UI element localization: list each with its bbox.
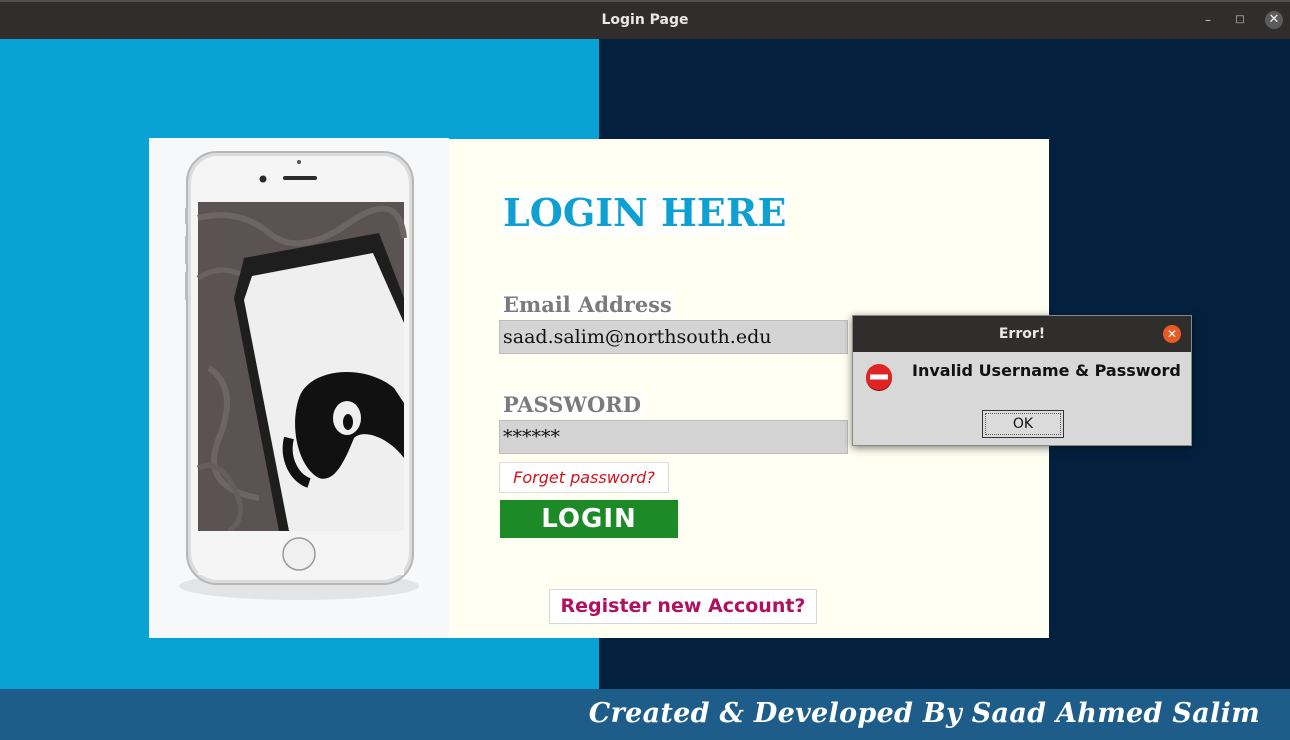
password-field[interactable]: ****** bbox=[499, 420, 848, 454]
maximize-icon[interactable]: □ bbox=[1231, 11, 1249, 29]
minimize-icon[interactable]: – bbox=[1199, 11, 1217, 29]
dialog-message: Invalid Username & Password bbox=[912, 361, 1181, 380]
phone-image bbox=[149, 138, 449, 638]
error-dialog: Error! ✕ Invalid Username & Password OK bbox=[852, 315, 1192, 446]
forget-password-link[interactable]: Forget password? bbox=[499, 462, 669, 493]
footer-credit: Created & Developed By Saad Ahmed Salim bbox=[588, 698, 1260, 729]
close-icon[interactable]: ✕ bbox=[1265, 11, 1283, 29]
login-button[interactable]: LOGIN bbox=[500, 500, 678, 538]
error-icon bbox=[864, 362, 894, 392]
email-field[interactable]: saad.salim@northsouth.edu bbox=[499, 320, 848, 354]
email-label: Email Address bbox=[501, 292, 674, 317]
window-title: Login Page bbox=[601, 12, 689, 28]
footer-bar: Created & Developed By Saad Ahmed Salim bbox=[0, 689, 1290, 740]
password-label: PASSWORD bbox=[501, 392, 643, 417]
page-title: LOGIN HERE bbox=[501, 190, 789, 235]
ok-button[interactable]: OK bbox=[982, 410, 1064, 438]
dialog-title: Error! bbox=[853, 316, 1191, 352]
register-account-button[interactable]: Register new Account? bbox=[549, 589, 817, 624]
window-titlebar: Login Page – □ ✕ bbox=[0, 0, 1290, 39]
dialog-close-icon[interactable]: ✕ bbox=[1163, 325, 1181, 343]
